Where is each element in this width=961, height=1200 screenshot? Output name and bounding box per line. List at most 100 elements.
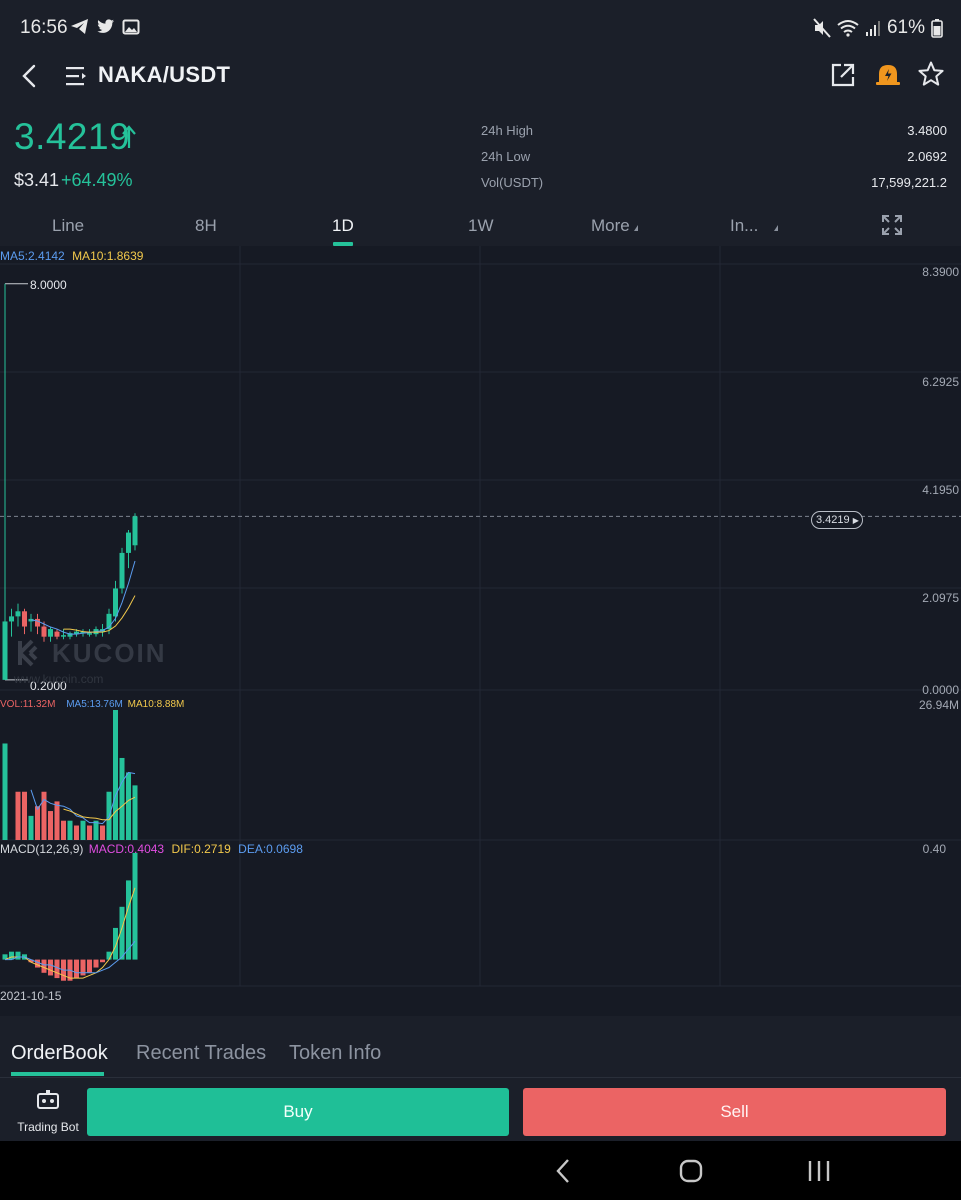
- ma10-line: [63, 595, 136, 633]
- volume-bar: [2, 743, 8, 840]
- trading-bot-button[interactable]: Trading Bot: [12, 1089, 84, 1135]
- candle: [35, 618, 40, 627]
- price-up-arrow-icon: [122, 125, 136, 148]
- tab-1w[interactable]: 1W: [468, 216, 494, 236]
- volume-bar: [87, 825, 92, 840]
- tag-arrow-icon: ▶: [852, 516, 859, 525]
- stat-label-volume: Vol(USDT): [481, 175, 544, 190]
- y-axis-label: 6.2925: [922, 375, 959, 389]
- macd-bar: [41, 959, 47, 973]
- buy-button[interactable]: Buy: [87, 1088, 509, 1136]
- menu-icon[interactable]: [64, 64, 88, 88]
- volume-bar: [74, 825, 79, 840]
- stat-value-24h-low: 2.0692: [907, 149, 947, 164]
- stat-value-volume: 17,599,221.2: [871, 175, 947, 190]
- macd-bar: [35, 959, 40, 968]
- bottom-tabs: OrderBook Recent Trades Token Info: [0, 1026, 961, 1078]
- chart-canvas[interactable]: [0, 246, 961, 1016]
- price-alert-icon[interactable]: [874, 60, 902, 90]
- status-time: 16:56: [20, 17, 68, 38]
- macd-bar: [15, 951, 21, 960]
- battery-icon: [931, 19, 943, 38]
- y-axis-label: 4.1950: [922, 483, 959, 497]
- macd-legend: MACD(12,26,9) MACD:0.4043 DIF:0.2719 DEA…: [0, 842, 303, 856]
- candle: [41, 626, 47, 637]
- y-axis-label: 0.0000: [922, 683, 959, 697]
- home-icon[interactable]: [676, 1156, 706, 1186]
- dif-value: DIF:0.2719: [171, 842, 231, 856]
- candle: [61, 635, 66, 637]
- candle: [9, 616, 14, 622]
- ma5-legend: MA5:2.4142: [0, 249, 65, 263]
- volume-bar: [93, 820, 99, 840]
- kline-chart[interactable]: MA5:2.4142 MA10:1.8639 8.3900 6.2925 4.1…: [0, 246, 961, 1016]
- tab-indicators[interactable]: In...: [730, 216, 779, 236]
- battery-percent: 61%: [886, 17, 925, 38]
- trading-bot-label: Trading Bot: [17, 1120, 79, 1134]
- candle: [15, 611, 21, 617]
- candle: [119, 552, 125, 589]
- fullscreen-icon[interactable]: [881, 214, 903, 236]
- volume-bar: [54, 801, 60, 840]
- volume-ma5-line: [30, 771, 136, 825]
- volume-bar: [28, 815, 34, 840]
- tab-8h[interactable]: 8H: [195, 216, 217, 236]
- interval-tabs: Line 8H 1D 1W More In...: [0, 208, 961, 246]
- stat-label-24h-high: 24h High: [481, 123, 534, 138]
- x-axis-date: 2021-10-15: [0, 989, 62, 1003]
- stat-value-24h-high: 3.4800: [907, 123, 947, 138]
- image-icon: [122, 19, 140, 35]
- y-axis-label: 8.3900: [922, 265, 959, 279]
- volume-bar: [61, 820, 66, 840]
- tab-orderbook[interactable]: OrderBook: [11, 1042, 108, 1065]
- last-price: 3.4219: [14, 116, 131, 157]
- volume-bar: [80, 820, 86, 840]
- candle: [87, 633, 92, 635]
- watermark-url: www.kucoin.com: [14, 672, 104, 686]
- dea-value: DEA:0.0698: [238, 842, 303, 856]
- vol-ma5-legend: MA5:13.76M: [66, 699, 123, 710]
- y-axis-label: 2.0975: [922, 591, 959, 605]
- tab-token-info[interactable]: Token Info: [289, 1042, 381, 1065]
- macd-bar: [126, 880, 131, 960]
- ma10-legend: MA10:1.8639: [72, 249, 144, 263]
- nav-back-icon[interactable]: [549, 1156, 579, 1186]
- price-usd: $3.41: [14, 170, 60, 190]
- max-price-marker: 8.0000: [30, 278, 67, 292]
- caret-icon: [774, 225, 779, 231]
- tab-line[interactable]: Line: [52, 216, 84, 236]
- kucoin-logo-icon: [18, 639, 38, 667]
- ma5-line: [30, 560, 136, 635]
- macd-bar: [100, 959, 105, 963]
- volume-bar: [67, 820, 73, 840]
- tab-more-label: More: [591, 216, 630, 235]
- ma-legend: MA5:2.4142 MA10:1.8639: [0, 249, 143, 263]
- candle: [2, 621, 8, 680]
- current-price-tag[interactable]: 3.4219 ▶: [811, 511, 863, 529]
- volume-bar: [126, 772, 131, 840]
- telegram-icon: [71, 19, 88, 34]
- macd-value: MACD:0.4043: [88, 842, 165, 856]
- sell-button[interactable]: Sell: [523, 1088, 946, 1136]
- current-price-tag-value: 3.4219: [816, 514, 850, 526]
- star-icon[interactable]: [917, 60, 945, 88]
- share-icon[interactable]: [830, 62, 856, 88]
- tab-more[interactable]: More: [591, 216, 638, 236]
- volume-bar: [119, 757, 125, 840]
- candle: [113, 588, 118, 617]
- pair-title[interactable]: NAKA/USDT: [98, 62, 230, 88]
- recents-icon[interactable]: [804, 1156, 834, 1186]
- status-right: 61%: [813, 17, 943, 39]
- tab-1d[interactable]: 1D: [332, 216, 354, 236]
- candle: [22, 611, 27, 627]
- macd-bar: [93, 959, 99, 968]
- macd-name: MACD(12,26,9): [0, 842, 84, 856]
- macd-bar: [87, 959, 92, 973]
- vol-ma10-legend: MA10:8.88M: [127, 699, 185, 710]
- tab-recent-trades[interactable]: Recent Trades: [136, 1042, 266, 1065]
- back-icon[interactable]: [16, 60, 44, 92]
- volume-bar: [100, 825, 105, 840]
- volume-legend: VOL:11.32M MA5:13.76M MA10:8.88M: [0, 699, 184, 710]
- status-left-icons: [70, 18, 140, 36]
- macd-max-label: 0.40: [922, 842, 946, 856]
